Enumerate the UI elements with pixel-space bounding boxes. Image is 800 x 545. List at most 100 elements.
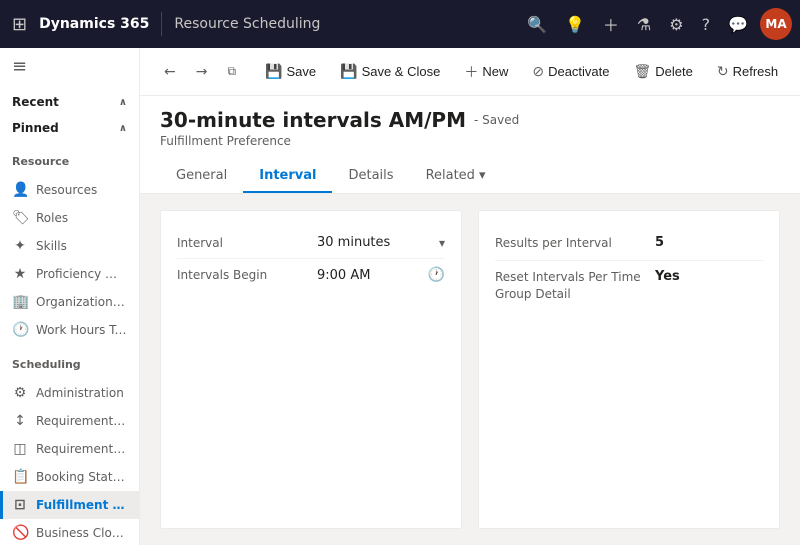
interval-dropdown-icon: ▾ xyxy=(439,236,445,250)
help-icon[interactable]: ? xyxy=(696,9,717,40)
org-label: Organizational Un... xyxy=(36,295,127,309)
refresh-button[interactable]: ↻ Refresh xyxy=(706,56,789,87)
admin-label: Administration xyxy=(36,386,124,400)
sidebar-item-proficiency[interactable]: ★ Proficiency Models xyxy=(0,260,139,288)
nav-divider xyxy=(161,12,162,36)
chat-icon[interactable]: 💬 xyxy=(722,9,754,40)
sidebar-item-req-status[interactable]: ◫ Requirement Stat... xyxy=(0,435,139,463)
record-saved-status: - Saved xyxy=(474,113,519,127)
sidebar-item-roles[interactable]: 🏷 Roles xyxy=(0,204,139,232)
record-title-row: 30-minute intervals AM/PM - Saved xyxy=(160,108,780,132)
workhours-icon: 🕐 xyxy=(12,322,28,338)
recent-label: Recent xyxy=(12,95,59,109)
interval-value-container[interactable]: 30 minutes ▾ xyxy=(317,235,445,250)
delete-button[interactable]: 🗑 Delete xyxy=(623,56,704,87)
brand: Dynamics 365 xyxy=(39,16,149,32)
record-subtitle: Fulfillment Preference xyxy=(160,134,780,148)
tab-details-label: Details xyxy=(348,168,393,183)
new-icon: ＋ xyxy=(464,62,478,82)
clock-icon: 🕐 xyxy=(428,267,445,283)
reset-intervals-value: Yes xyxy=(655,269,680,284)
pinned-chevron: ∧ xyxy=(119,123,127,134)
recent-chevron: ∧ xyxy=(119,97,127,108)
interval-row: Interval 30 minutes ▾ xyxy=(177,227,445,259)
more-button[interactable]: ••• xyxy=(791,58,800,85)
record-title: 30-minute intervals AM/PM xyxy=(160,108,466,132)
tab-general-label: General xyxy=(176,168,227,183)
scheduling-section: ⚙ Administration ↕ Requirement Priori...… xyxy=(0,375,139,545)
interval-label: Interval xyxy=(177,236,317,250)
new-label: New xyxy=(482,64,508,79)
results-per-interval-value: 5 xyxy=(655,235,664,250)
grid-icon[interactable]: ⊞ xyxy=(8,10,31,39)
intervals-begin-row: Intervals Begin 9:00 AM 🕐 xyxy=(177,259,445,291)
tab-interval-label: Interval xyxy=(259,168,316,183)
deactivate-label: Deactivate xyxy=(548,64,609,79)
results-per-interval-row: Results per Interval 5 xyxy=(495,227,763,261)
tab-related[interactable]: Related ▾ xyxy=(410,160,502,193)
sidebar-item-admin[interactable]: ⚙ Administration xyxy=(0,379,139,407)
filter-icon[interactable]: ⚗ xyxy=(631,9,657,40)
form-section-left: Interval 30 minutes ▾ Intervals Begin 9:… xyxy=(160,210,462,529)
avatar[interactable]: MA xyxy=(760,8,792,40)
tab-interval[interactable]: Interval xyxy=(243,160,332,193)
sidebar-item-booking[interactable]: 📋 Booking Statuses xyxy=(0,463,139,491)
req-priority-label: Requirement Priori... xyxy=(36,414,127,428)
booking-icon: 📋 xyxy=(12,469,28,485)
forward-button[interactable]: → xyxy=(188,58,216,86)
deactivate-button[interactable]: ⊘ Deactivate xyxy=(521,56,620,87)
resources-icon: 👤 xyxy=(12,182,28,198)
delete-label: Delete xyxy=(655,64,693,79)
plus-icon[interactable]: ＋ xyxy=(597,6,625,42)
closures-icon: 🚫 xyxy=(12,525,28,541)
req-status-label: Requirement Stat... xyxy=(36,442,127,456)
intervals-begin-value: 9:00 AM xyxy=(317,268,370,283)
save-label: Save xyxy=(286,64,316,79)
sidebar-item-resources[interactable]: 👤 Resources xyxy=(0,176,139,204)
save-close-icon: 💾 xyxy=(340,63,357,80)
sidebar-item-skills[interactable]: ✦ Skills xyxy=(0,232,139,260)
back-button[interactable]: ← xyxy=(156,58,184,86)
fulfillment-icon: ⊡ xyxy=(12,497,28,513)
booking-label: Booking Statuses xyxy=(36,470,127,484)
sidebar: ≡ Recent ∧ Pinned ∧ Resource 👤 Resources… xyxy=(0,48,140,545)
tab-general[interactable]: General xyxy=(160,160,243,193)
sidebar-recent-header[interactable]: Recent ∧ xyxy=(0,89,139,115)
tab-details[interactable]: Details xyxy=(332,160,409,193)
popup-button[interactable]: ⧉ xyxy=(219,58,244,85)
top-bar-icons: 🔍 💡 ＋ ⚗ ⚙ ? 💬 MA xyxy=(521,6,792,42)
save-close-button[interactable]: 💾 Save & Close xyxy=(329,56,451,87)
resource-section: 👤 Resources 🏷 Roles ✦ Skills ★ Proficien… xyxy=(0,172,139,348)
sidebar-pinned-header[interactable]: Pinned ∧ xyxy=(0,115,139,141)
sidebar-item-req-priority[interactable]: ↕ Requirement Priori... xyxy=(0,407,139,435)
roles-label: Roles xyxy=(36,211,68,225)
sidebar-toggle[interactable]: ≡ xyxy=(0,48,139,85)
settings-icon[interactable]: ⚙ xyxy=(663,9,689,40)
brand-name: Dynamics 365 xyxy=(39,16,149,32)
admin-icon: ⚙ xyxy=(12,385,28,401)
skills-icon: ✦ xyxy=(12,238,28,254)
scheduling-group-label: Scheduling xyxy=(0,348,139,375)
resource-group-label: Resource xyxy=(0,145,139,172)
form-section-right: Results per Interval 5 Reset Intervals P… xyxy=(478,210,780,529)
related-chevron: ▾ xyxy=(479,168,486,183)
closures-label: Business Closures xyxy=(36,526,127,540)
pinned-label: Pinned xyxy=(12,121,59,135)
sidebar-item-org[interactable]: 🏢 Organizational Un... xyxy=(0,288,139,316)
save-icon: 💾 xyxy=(265,63,282,80)
req-status-icon: ◫ xyxy=(12,441,28,457)
new-button[interactable]: ＋ New xyxy=(453,55,519,89)
sidebar-item-workhours[interactable]: 🕐 Work Hours Temp... xyxy=(0,316,139,344)
lightbulb-icon[interactable]: 💡 xyxy=(559,9,591,40)
content-area: ← → ⧉ 💾 Save 💾 Save & Close ＋ New ⊘ Deac… xyxy=(140,48,800,545)
interval-value: 30 minutes xyxy=(317,235,390,250)
reset-intervals-row: Reset Intervals Per Time Group Detail Ye… xyxy=(495,261,763,311)
deactivate-icon: ⊘ xyxy=(532,63,544,80)
sidebar-item-closures[interactable]: 🚫 Business Closures xyxy=(0,519,139,545)
search-icon[interactable]: 🔍 xyxy=(521,9,553,40)
sidebar-item-fulfillment[interactable]: ⊡ Fulfillment Prefe... xyxy=(0,491,139,519)
intervals-begin-container[interactable]: 9:00 AM 🕐 xyxy=(317,267,445,283)
save-button[interactable]: 💾 Save xyxy=(254,56,327,87)
main-layout: ≡ Recent ∧ Pinned ∧ Resource 👤 Resources… xyxy=(0,48,800,545)
org-icon: 🏢 xyxy=(12,294,28,310)
